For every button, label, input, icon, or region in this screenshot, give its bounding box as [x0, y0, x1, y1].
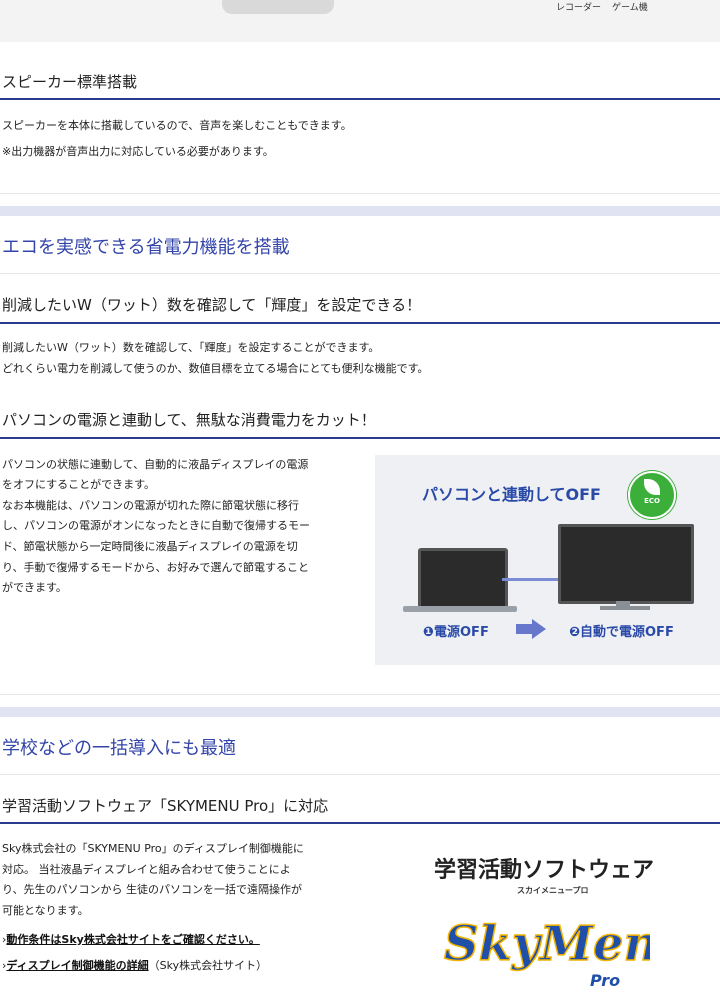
heading-rule: [0, 437, 720, 439]
skymenu-text-4: 可能となります。: [2, 904, 89, 917]
pc-link-text-2: をオフにすることができます。: [2, 478, 156, 491]
link-row-1: ›動作条件はSky株式会社サイトをご確認ください。: [2, 931, 260, 947]
step1-label: ❶電源OFF: [423, 625, 489, 640]
pc-link-text-7: ができます。: [2, 581, 67, 594]
display-control-link[interactable]: ディスプレイ制御機能の詳細: [6, 959, 148, 972]
eco-badge-label: ECO: [644, 497, 660, 505]
logo-subtitle: スカイメニュープロ: [517, 886, 589, 895]
link-suffix: （Sky株式会社サイト）: [148, 959, 268, 972]
heading-rule: [0, 322, 720, 324]
pc-link-text-1: パソコンの状態に連動して、自動的に液晶ディスプレイの電源: [2, 458, 309, 471]
pc-link-text-4: し、パソコンの電源がオンになったときに自動で復帰するモー: [2, 519, 310, 532]
speaker-text-2: ※出力機器が音声出力に対応している必要があります。: [2, 145, 274, 158]
step2-label: ❷自動で電源OFF: [569, 625, 674, 640]
requirements-link[interactable]: 動作条件はSky株式会社サイトをご確認ください。: [6, 933, 259, 946]
divider: [0, 694, 720, 695]
pc-link-text-6: り、手動で復帰するモードから、お好みで選んで節電すること: [2, 561, 310, 574]
watt-text-1: 削減したいW（ワット）数を確認して、「輝度」を設定することができます。: [2, 341, 380, 354]
link-row-2: ›ディスプレイ制御機能の詳細（Sky株式会社サイト）: [2, 957, 267, 973]
connection-line: [502, 578, 558, 581]
section-band: [0, 707, 720, 717]
logo-word: SkyMenu: [444, 916, 650, 972]
watt-heading: 削減したいW（ワット）数を確認して「輝度」を設定できる！: [2, 296, 422, 314]
laptop-base: [403, 606, 517, 612]
caption-game: ゲーム機: [612, 3, 648, 13]
skymenu-logo-icon: SkyMenu Pro: [443, 915, 650, 990]
section-band: [0, 206, 720, 216]
monitor-stand-graphic: [222, 0, 334, 14]
pc-link-text-3: なお本機能は、パソコンの電源が切れた際に節電状態に移行: [2, 499, 299, 512]
eco-badge-icon: ECO: [628, 471, 676, 519]
skymenu-heading: 学習活動ソフトウェア「SKYMENU Pro」に対応: [2, 797, 329, 815]
divider: [0, 273, 720, 274]
skymenu-text-2: 対応。 当社液晶ディスプレイと組み合わせて使うことによ: [2, 863, 291, 876]
skymenu-text-1: Sky株式会社の「SKYMENU Pro」のディスプレイ制御機能に: [2, 842, 304, 855]
monitor-foot: [600, 606, 650, 610]
heading-rule: [0, 98, 720, 100]
logo-pro: Pro: [590, 971, 620, 990]
logo-title: 学習活動ソフトウェア: [434, 858, 655, 883]
illustration-title: パソコンと連動してOFF: [422, 485, 601, 504]
eco-section-title: エコを実感できる省電力機能を搭載: [2, 237, 290, 258]
laptop-icon: [418, 548, 508, 612]
divider: [0, 193, 720, 194]
divider: [0, 774, 720, 775]
leaf-icon: [644, 479, 660, 495]
skymenu-text-3: り、先生のパソコンから 生徒のパソコンを一括で遠隔操作が: [2, 883, 303, 896]
caption-recorder: レコーダー: [556, 3, 602, 13]
watt-text-2: どれくらい電力を削減して使うのか、数値目標を立てる場合にとても便利な機能です。: [2, 362, 429, 375]
pc-link-text-5: ド、節電状態から一定時間後に液晶ディスプレイの電源を切: [2, 540, 298, 553]
speaker-text-1: スピーカーを本体に搭載しているので、音声を楽しむこともできます。: [2, 119, 352, 132]
speaker-heading: スピーカー標準搭載: [2, 73, 138, 91]
heading-rule: [0, 822, 720, 824]
monitor-icon: [558, 524, 694, 604]
school-section-title: 学校などの一括導入にも最適: [2, 738, 236, 759]
pc-link-heading: パソコンの電源と連動して、無駄な消費電力をカット！: [2, 411, 376, 429]
